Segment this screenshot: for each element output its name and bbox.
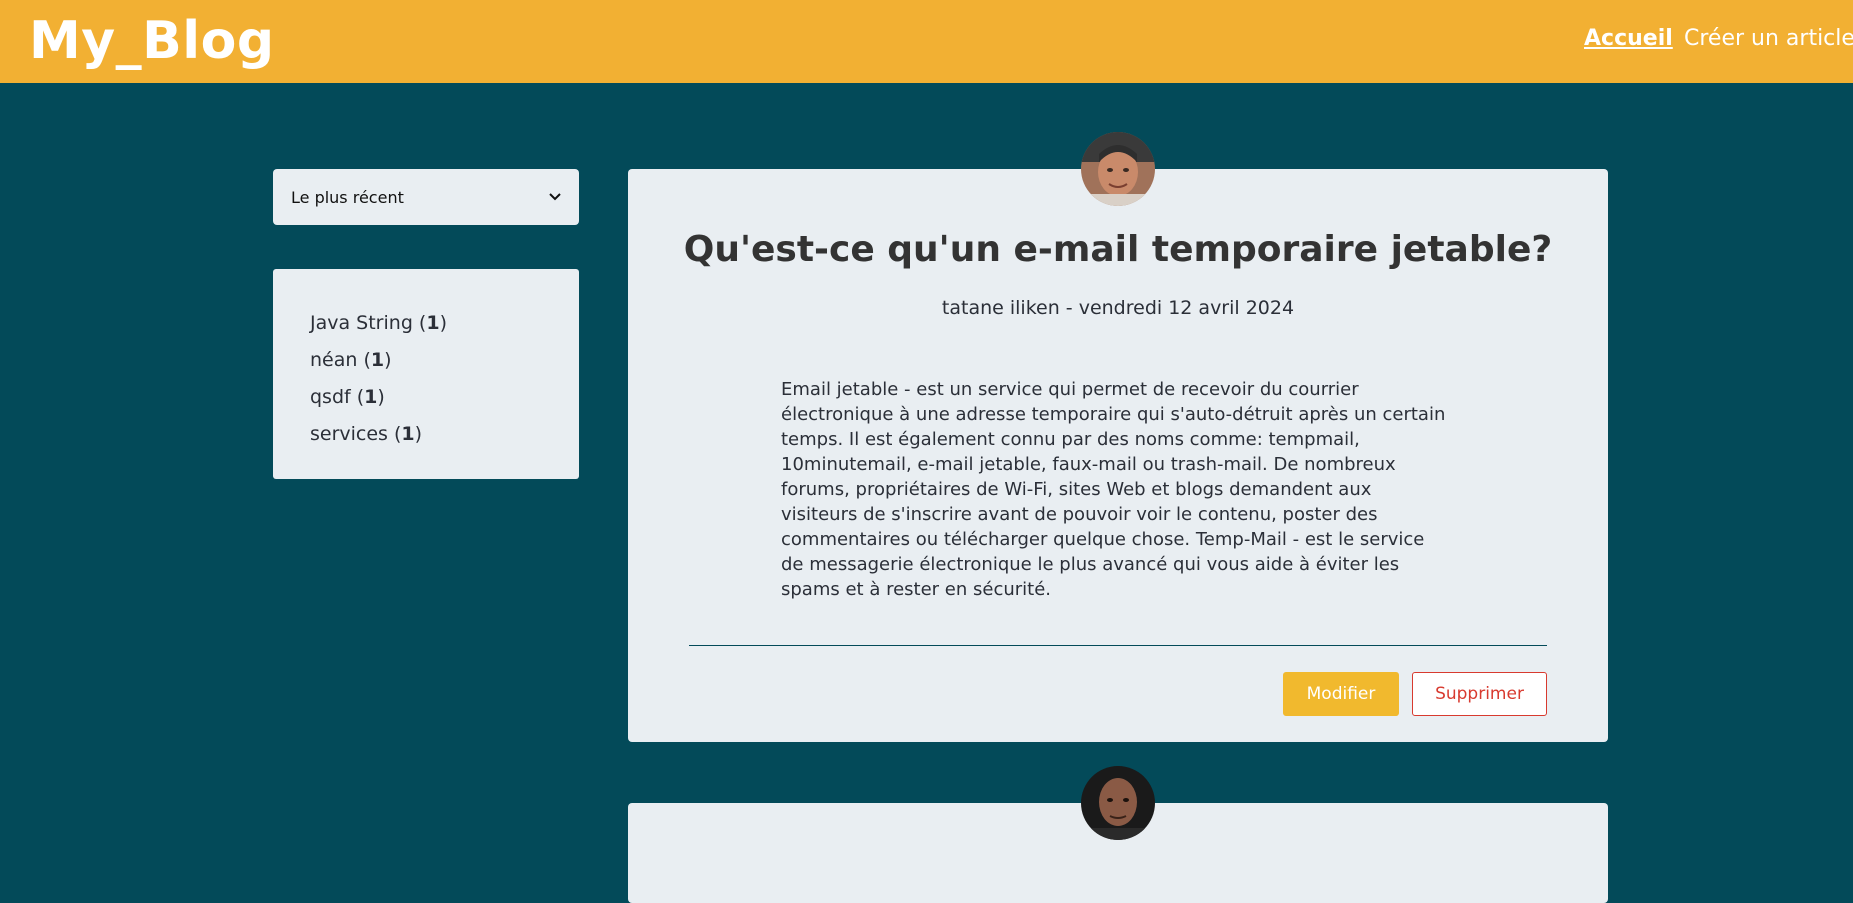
nav-link-create-article[interactable]: Créer un article	[1684, 24, 1853, 54]
author-avatar	[1081, 766, 1155, 840]
post-meta: tatane iliken - vendredi 12 avril 2024	[941, 297, 1295, 319]
category-item[interactable]: qsdf (1)	[310, 379, 579, 416]
category-list: Java String (1) néan (1) qsdf (1) servic…	[273, 269, 579, 479]
sort-select-value: Le plus récent	[291, 187, 404, 207]
category-item[interactable]: Java String (1)	[310, 305, 579, 342]
chevron-down-icon	[549, 189, 561, 205]
sort-select[interactable]: Le plus récent	[273, 169, 579, 225]
edit-button[interactable]: Modifier	[1283, 672, 1399, 716]
post-body: Email jetable - est un service qui perme…	[781, 379, 1446, 600]
category-item[interactable]: services (1)	[310, 416, 579, 453]
nav-link-home[interactable]: Accueil	[1584, 24, 1673, 54]
post-card: Qu'est-ce qu'un e-mail temporaire jetabl…	[628, 169, 1608, 742]
category-item[interactable]: néan (1)	[310, 342, 579, 379]
divider	[689, 645, 1547, 646]
post-title[interactable]: Qu'est-ce qu'un e-mail temporaire jetabl…	[628, 229, 1608, 270]
author-avatar	[1081, 132, 1155, 206]
delete-button[interactable]: Supprimer	[1412, 672, 1547, 716]
top-navbar: My_Blog Accueil Créer un article	[0, 0, 1853, 83]
site-logo[interactable]: My_Blog	[29, 6, 275, 76]
